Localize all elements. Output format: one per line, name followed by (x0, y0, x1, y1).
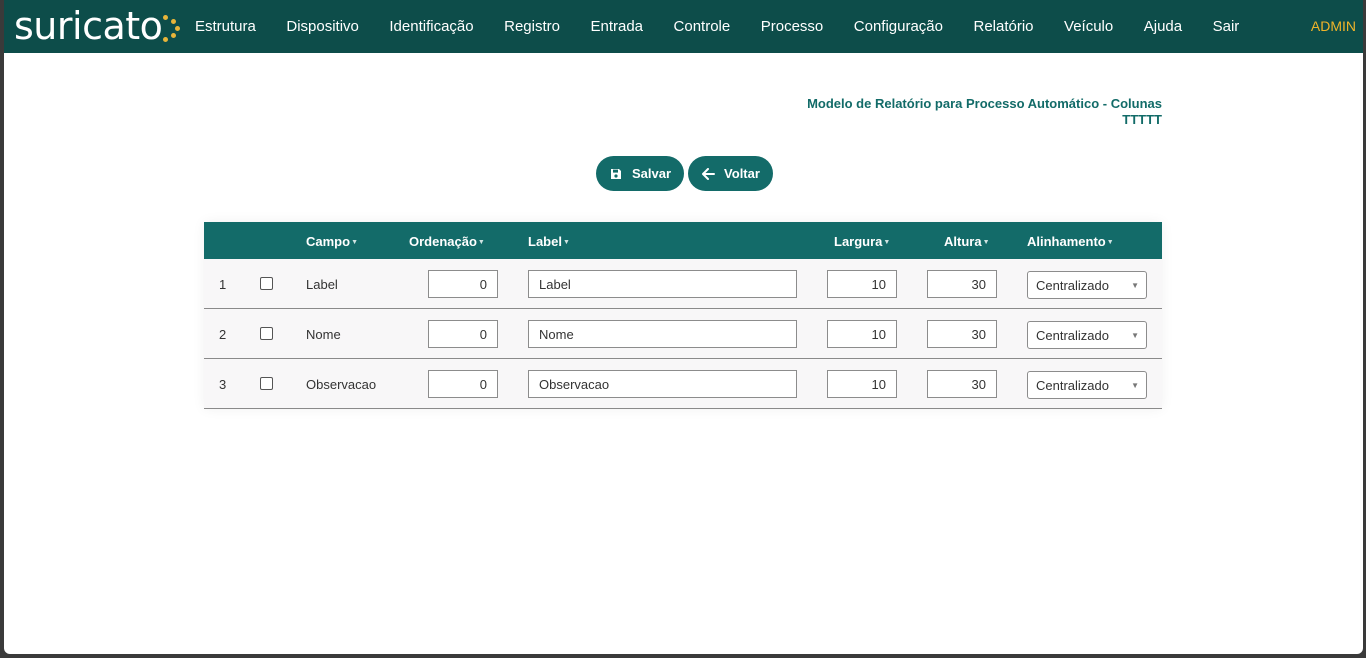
nav-controle[interactable]: Controle (674, 18, 731, 35)
save-button[interactable]: Salvar (596, 156, 685, 191)
row-number: 3 (219, 376, 227, 392)
nav-identificacao[interactable]: Identificação (389, 18, 473, 35)
largura-input[interactable] (827, 320, 897, 348)
columns-table: Campo▼ Ordenação▼ Label▼ Largura▼ Altura… (204, 222, 1162, 409)
arrow-left-icon (701, 167, 715, 181)
floppy-disk-icon (609, 167, 623, 181)
nav-estrutura[interactable]: Estrutura (195, 18, 256, 35)
main-menu: Estrutura Dispositivo Identificação Regi… (195, 0, 1270, 53)
nav-entrada[interactable]: Entrada (590, 18, 643, 35)
logo-text: suricato (14, 4, 163, 48)
nav-ajuda[interactable]: Ajuda (1144, 18, 1182, 35)
row-checkbox[interactable] (260, 377, 273, 390)
sort-icon: ▼ (883, 239, 891, 247)
label-input[interactable] (528, 270, 797, 298)
nav-configuracao[interactable]: Configuração (854, 18, 943, 35)
altura-input[interactable] (927, 270, 997, 298)
label-input[interactable] (528, 370, 797, 398)
row-number: 2 (219, 326, 227, 342)
nav-sair[interactable]: Sair (1213, 18, 1240, 35)
table-row: 3 Observacao Centralizado ▼ (204, 359, 1162, 409)
sort-icon: ▼ (477, 239, 485, 247)
dropdown-arrow-icon: ▼ (1131, 331, 1139, 340)
header-campo[interactable]: Campo▼ (306, 234, 358, 249)
table-header: Campo▼ Ordenação▼ Label▼ Largura▼ Altura… (204, 222, 1162, 259)
label-input[interactable] (528, 320, 797, 348)
alinhamento-value: Centralizado (1036, 377, 1109, 393)
action-bar: Salvar Voltar (596, 156, 773, 191)
suricato-logo[interactable]: suricato (14, 4, 182, 48)
altura-input[interactable] (927, 320, 997, 348)
table-row: 1 Label Centralizado ▼ (204, 259, 1162, 309)
table-row: 2 Nome Centralizado ▼ (204, 309, 1162, 359)
sort-icon: ▼ (982, 239, 990, 247)
page-subtitle: TTTTT (1122, 112, 1162, 127)
nav-relatorio[interactable]: Relatório (974, 18, 1034, 35)
user-menu[interactable]: ADMIN (1311, 18, 1356, 34)
nav-processo[interactable]: Processo (761, 18, 824, 35)
ordenacao-input[interactable] (428, 270, 498, 298)
altura-input[interactable] (927, 370, 997, 398)
save-button-label: Salvar (632, 166, 672, 181)
ordenacao-input[interactable] (428, 320, 498, 348)
row-campo: Label (306, 276, 338, 292)
row-checkbox[interactable] (260, 277, 273, 290)
app-window: suricato Estrutura Dispositivo Identific… (4, 0, 1363, 654)
header-label[interactable]: Label▼ (528, 234, 570, 249)
header-altura[interactable]: Altura▼ (944, 234, 990, 249)
logo-dots-icon (160, 11, 182, 42)
alinhamento-value: Centralizado (1036, 327, 1109, 343)
top-navbar: suricato Estrutura Dispositivo Identific… (4, 0, 1363, 53)
page-title-block: Modelo de Relatório para Processo Automá… (807, 96, 1162, 128)
alinhamento-select[interactable]: Centralizado ▼ (1027, 321, 1147, 349)
row-number: 1 (219, 276, 227, 292)
header-largura[interactable]: Largura▼ (834, 234, 890, 249)
sort-icon: ▼ (351, 239, 358, 247)
alinhamento-select[interactable]: Centralizado ▼ (1027, 271, 1147, 299)
nav-registro[interactable]: Registro (504, 18, 560, 35)
ordenacao-input[interactable] (428, 370, 498, 398)
dropdown-arrow-icon: ▼ (1131, 281, 1139, 290)
nav-dispositivo[interactable]: Dispositivo (286, 18, 359, 35)
dropdown-arrow-icon: ▼ (1131, 381, 1139, 390)
sort-icon: ▼ (562, 239, 570, 247)
back-button-label: Voltar (724, 166, 760, 181)
row-campo: Nome (306, 326, 341, 342)
alinhamento-value: Centralizado (1036, 277, 1109, 293)
nav-veiculo[interactable]: Veículo (1064, 18, 1113, 35)
sort-icon: ▼ (1106, 239, 1114, 247)
page-title: Modelo de Relatório para Processo Automá… (807, 96, 1162, 111)
largura-input[interactable] (827, 270, 897, 298)
header-alinhamento[interactable]: Alinhamento▼ (1027, 234, 1114, 249)
back-button[interactable]: Voltar (688, 156, 773, 191)
alinhamento-select[interactable]: Centralizado ▼ (1027, 371, 1147, 399)
header-ordenacao[interactable]: Ordenação▼ (409, 234, 485, 249)
row-checkbox[interactable] (260, 327, 273, 340)
largura-input[interactable] (827, 370, 897, 398)
row-campo: Observacao (306, 376, 377, 392)
